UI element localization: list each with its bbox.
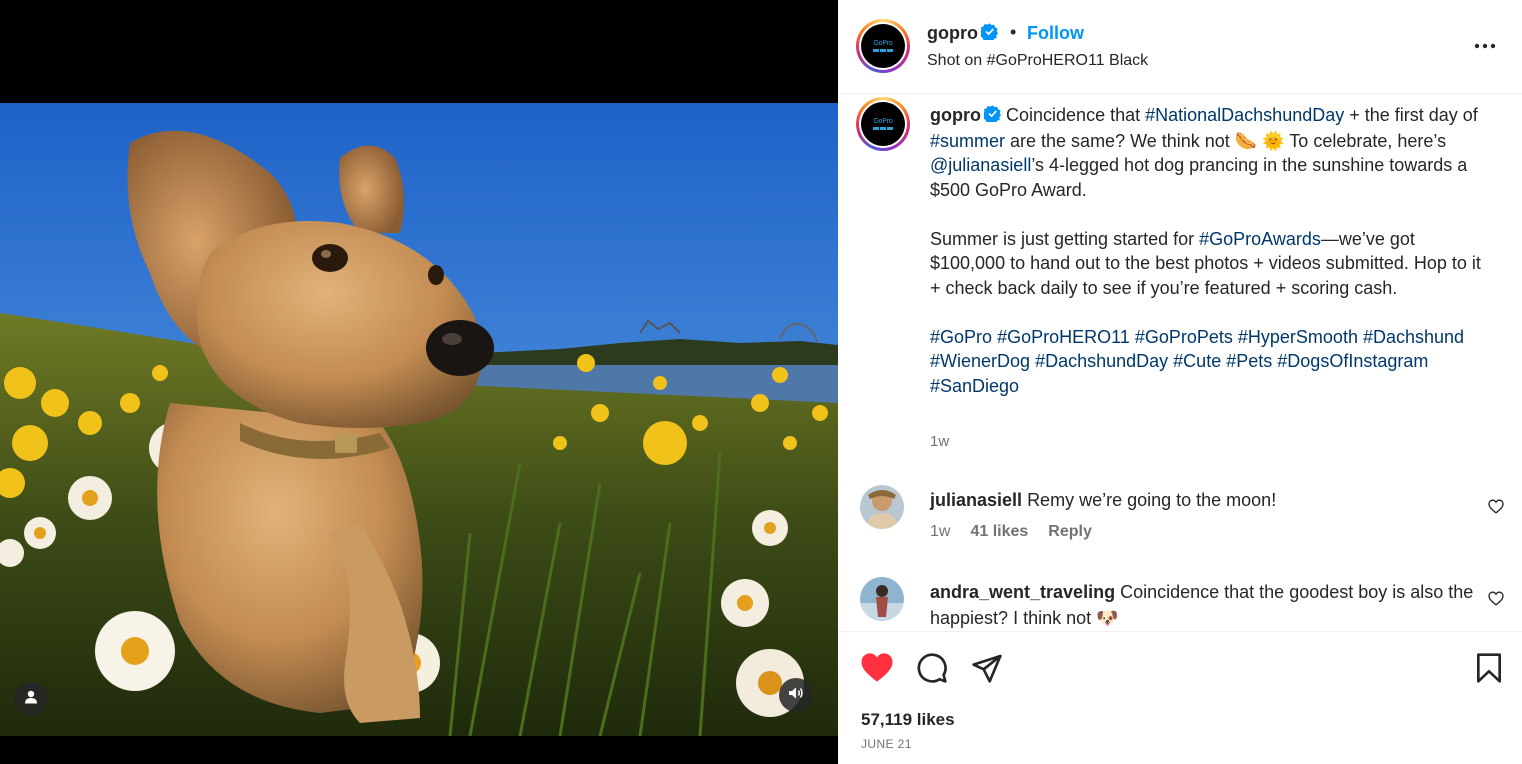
hashtag-link[interactable]: #GoPro (930, 327, 992, 347)
hashtag-link[interactable]: #NationalDachshundDay (1145, 105, 1344, 125)
comment-timestamp: 1w (930, 523, 951, 540)
comments-scroll-area[interactable]: GoPro gopro Coincidence that #NationalDa… (838, 95, 1522, 630)
comment-username[interactable]: julianasiell (930, 490, 1022, 510)
share-icon[interactable] (971, 652, 1003, 689)
hashtag-link[interactable]: #SanDiego (930, 376, 1019, 396)
hashtag-link[interactable]: #summer (930, 131, 1005, 151)
comment-username[interactable]: andra_went_traveling (930, 582, 1115, 602)
gopro-logo-icon (873, 127, 893, 130)
comment-text: andra_went_traveling Coincidence that th… (930, 579, 1475, 630)
commenter-avatar[interactable] (860, 577, 904, 621)
author-avatar[interactable]: GoPro (856, 19, 910, 73)
hashtag-link[interactable]: #GoProPets (1135, 327, 1233, 347)
hashtag-link[interactable]: #Cute (1173, 351, 1221, 371)
verified-badge-icon (982, 104, 1001, 129)
hashtag-link[interactable]: #Dachshund (1363, 327, 1464, 347)
gopro-logo-text: GoPro (873, 118, 893, 125)
user-icon (24, 690, 38, 709)
caption-username[interactable]: gopro (930, 105, 981, 125)
dachshund-in-flowers-image (0, 103, 838, 736)
caption-hashtags: #GoPro #GoProHERO11 #GoProPets #HyperSmo… (930, 325, 1490, 399)
verified-badge-icon (979, 23, 998, 45)
gopro-logo-icon (873, 49, 893, 52)
comment-body: Remy we’re going to the moon! (1027, 490, 1277, 510)
caption-text: Summer is just getting started for (930, 228, 1200, 249)
comment-text: julianasiell Remy we’re going to the moo… (930, 487, 1475, 513)
likes-count[interactable]: 57,119 likes (861, 710, 955, 730)
commenter-avatar[interactable] (860, 485, 904, 529)
caption-text: Coincidence that (1006, 105, 1146, 125)
follow-button[interactable]: Follow (1027, 23, 1084, 44)
bookmark-icon[interactable] (1475, 652, 1503, 689)
hashtag-link[interactable]: #WienerDog (930, 351, 1030, 371)
header-separator: • (1010, 22, 1017, 42)
hashtag-link[interactable]: #GoProHERO11 (997, 327, 1130, 347)
hashtag-link[interactable]: #HyperSmooth (1238, 327, 1358, 347)
post-caption: gopro Coincidence that #NationalDachshun… (930, 103, 1490, 398)
mention-link[interactable]: @julianasiell (930, 155, 1031, 175)
caption-timestamp: 1w (930, 433, 950, 450)
gopro-logo-text: GoPro (873, 40, 893, 47)
reply-button[interactable]: Reply (1048, 523, 1092, 540)
heart-outline-icon[interactable] (1488, 499, 1504, 519)
hashtag-link[interactable]: #DachshundDay (1035, 351, 1168, 371)
post-media[interactable] (0, 0, 838, 764)
author-username[interactable]: gopro (927, 23, 998, 45)
post-location-text[interactable]: Shot on #GoProHERO11 Black (927, 52, 1148, 70)
post-details-panel: GoPro gopro • Follow Shot on #GoProHERO1… (838, 0, 1522, 764)
post-header: GoPro gopro • Follow Shot on #GoProHERO1… (838, 0, 1522, 94)
hashtag-link[interactable]: #DogsOfInstagram (1277, 351, 1428, 371)
comment-likes-count[interactable]: 41 likes (970, 523, 1028, 540)
hashtag-link[interactable]: #Pets (1226, 351, 1272, 371)
caption-text: are the same? We think not 🌭 🌞 To celebr… (1005, 130, 1447, 151)
heart-outline-icon[interactable] (1488, 591, 1504, 611)
post-video-frame[interactable] (0, 103, 838, 736)
heart-filled-icon[interactable] (860, 652, 894, 688)
post-actions-bar: 57,119 likes JUNE 21 (838, 631, 1522, 764)
caption-text: + the first day of (1344, 105, 1478, 125)
caption-author-avatar[interactable]: GoPro (856, 97, 910, 151)
post-date[interactable]: JUNE 21 (861, 737, 912, 751)
hashtag-link[interactable]: #GoProAwards (1199, 229, 1321, 249)
more-horizontal-icon[interactable] (1474, 36, 1496, 54)
comment-icon[interactable] (916, 652, 948, 689)
audio-toggle-button[interactable] (779, 678, 813, 712)
speaker-icon (788, 686, 804, 705)
comment-meta: 1w 41 likes Reply (930, 523, 1112, 541)
tagged-user-button[interactable] (14, 682, 48, 716)
